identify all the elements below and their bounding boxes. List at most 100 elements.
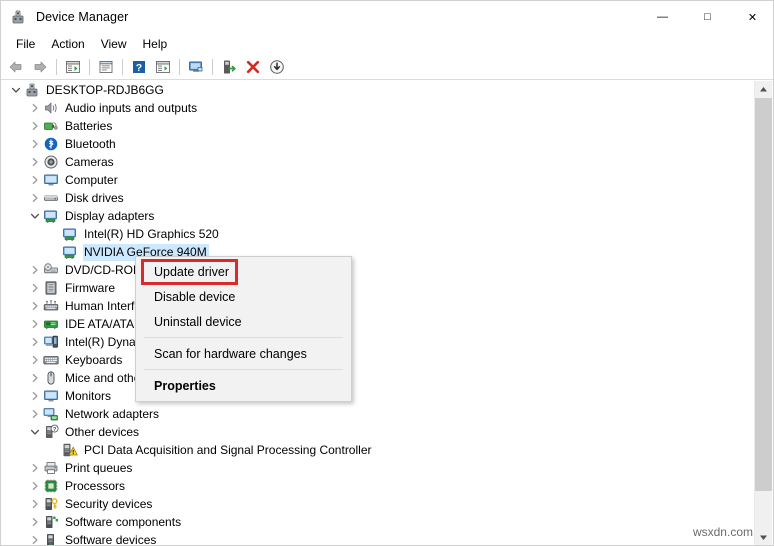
toolbar-separator [89, 59, 90, 75]
context-menu-item[interactable]: Scan for hardware changes [136, 341, 351, 366]
chevron-right-icon[interactable] [27, 189, 43, 207]
maximize-button[interactable]: □ [685, 1, 730, 33]
chevron-right-icon[interactable] [27, 315, 43, 333]
menu-bar: File Action View Help [1, 33, 773, 55]
tree-row[interactable]: Human Interface Devices [2, 297, 757, 315]
context-menu-item[interactable]: Disable device [136, 284, 351, 309]
tree-row[interactable]: Batteries [2, 117, 757, 135]
chevron-right-icon[interactable] [27, 297, 43, 315]
chevron-right-icon[interactable] [27, 387, 43, 405]
context-menu-item[interactable]: Properties [136, 373, 351, 398]
monitor-icon [43, 388, 59, 404]
chevron-right-icon[interactable] [27, 171, 43, 189]
chevron-right-icon[interactable] [27, 351, 43, 369]
menu-file[interactable]: File [8, 35, 43, 53]
tree-row[interactable]: Audio inputs and outputs [2, 99, 757, 117]
chevron-right-icon[interactable] [27, 459, 43, 477]
help-icon[interactable]: ? [127, 56, 151, 78]
context-menu[interactable]: Update driver Disable device Uninstall dev… [135, 256, 352, 402]
chevron-right-icon[interactable] [27, 513, 43, 531]
install-legacy-hardware-icon[interactable] [265, 56, 289, 78]
scroll-down-arrow[interactable] [755, 529, 772, 545]
tree-row[interactable]: Disk drives [2, 189, 757, 207]
tree-row[interactable]: Mice and other pointing devices [2, 369, 757, 387]
tree-row-label: Firmware [65, 280, 115, 295]
tree-row[interactable]: DVD/CD-ROM drives [2, 261, 757, 279]
chevron-down-icon[interactable] [27, 207, 43, 225]
chevron-right-icon[interactable] [27, 531, 43, 545]
chevron-right-icon[interactable] [27, 261, 43, 279]
tree-row[interactable]: Network adapters [2, 405, 757, 423]
toolbar-separator [179, 59, 180, 75]
tree-row[interactable]: IDE ATA/ATAPI controllers [2, 315, 757, 333]
dvd-drive-icon [43, 262, 59, 278]
tree-row[interactable]: Display adapters [2, 207, 757, 225]
chevron-down-icon[interactable] [27, 423, 43, 441]
context-menu-item[interactable]: Update driver [136, 259, 351, 284]
tree-row-label: Computer [65, 172, 118, 187]
scroll-up-arrow[interactable] [755, 81, 772, 98]
context-menu-item[interactable]: Uninstall device [136, 309, 351, 334]
tree-row-label: Bluetooth [65, 136, 116, 151]
scan-for-hardware-changes-icon[interactable] [184, 56, 208, 78]
tree-row[interactable]: Security devices [2, 495, 757, 513]
menu-view[interactable]: View [93, 35, 135, 53]
tree-row-label: Audio inputs and outputs [65, 100, 198, 115]
tree-row-label: Security devices [65, 496, 153, 511]
tree-row[interactable]: Cameras [2, 153, 757, 171]
tree-row[interactable]: PCI Data Acquisition and Signal Processi… [2, 441, 757, 459]
tree-row[interactable]: Firmware [2, 279, 757, 297]
chevron-right-icon[interactable] [27, 477, 43, 495]
minimize-button[interactable]: — [640, 1, 685, 33]
tree-row[interactable]: Intel(R) Dynamic Platform and Thermal Fr… [2, 333, 757, 351]
tree-row-label: Batteries [65, 118, 113, 133]
tree-row[interactable]: Intel(R) HD Graphics 520 [2, 225, 757, 243]
chevron-right-icon[interactable] [27, 333, 43, 351]
menu-help[interactable]: Help [135, 35, 176, 53]
tree-row[interactable]: DESKTOP-RDJB6GG [2, 81, 757, 99]
vertical-scrollbar[interactable] [754, 81, 772, 545]
chevron-right-icon[interactable] [27, 495, 43, 513]
update-driver-icon[interactable] [151, 56, 175, 78]
keyboard-icon [43, 352, 59, 368]
tree-row[interactable]: Print queues [2, 459, 757, 477]
svg-text:?: ? [136, 62, 142, 74]
tree-row[interactable]: Bluetooth [2, 135, 757, 153]
mouse-icon [43, 370, 59, 386]
menu-action[interactable]: Action [43, 35, 92, 53]
close-button[interactable]: ✕ [730, 1, 773, 33]
toolbar-separator [212, 59, 213, 75]
display-adapter-icon [43, 208, 59, 224]
disk-drive-icon [43, 190, 59, 206]
chevron-down-icon[interactable] [8, 81, 24, 99]
device-tree[interactable]: DESKTOP-RDJB6GG Audio inputs and outputs B… [2, 81, 757, 546]
uninstall-device-icon[interactable] [241, 56, 265, 78]
tree-row-label: Network adapters [65, 406, 160, 421]
scrollbar-thumb[interactable] [755, 98, 772, 491]
forward-icon[interactable] [28, 56, 52, 78]
tree-row[interactable]: Keyboards [2, 351, 757, 369]
tree-row[interactable]: Monitors [2, 387, 757, 405]
chevron-right-icon[interactable] [27, 405, 43, 423]
back-icon[interactable] [4, 56, 28, 78]
chevron-right-icon[interactable] [27, 135, 43, 153]
show-hide-console-tree-icon[interactable] [61, 56, 85, 78]
enable-device-icon[interactable] [217, 56, 241, 78]
ide-controller-icon [43, 316, 59, 332]
network-adapter-icon [43, 406, 59, 422]
properties-icon[interactable] [94, 56, 118, 78]
tree-row[interactable]: NVIDIA GeForce 940M [2, 243, 757, 261]
tree-row-label: Other devices [65, 424, 140, 439]
chevron-right-icon[interactable] [27, 117, 43, 135]
chevron-right-icon[interactable] [27, 279, 43, 297]
chevron-right-icon[interactable] [27, 99, 43, 117]
tree-row[interactable]: ? Other devices [2, 423, 757, 441]
chevron-right-icon[interactable] [27, 369, 43, 387]
tree-row[interactable]: Processors [2, 477, 757, 495]
tree-row[interactable]: Computer [2, 171, 757, 189]
tree-row-label: Software devices [65, 532, 157, 546]
tree-row[interactable]: Software devices [2, 531, 757, 546]
tree-row[interactable]: Software components [2, 513, 757, 531]
chevron-right-icon[interactable] [27, 153, 43, 171]
